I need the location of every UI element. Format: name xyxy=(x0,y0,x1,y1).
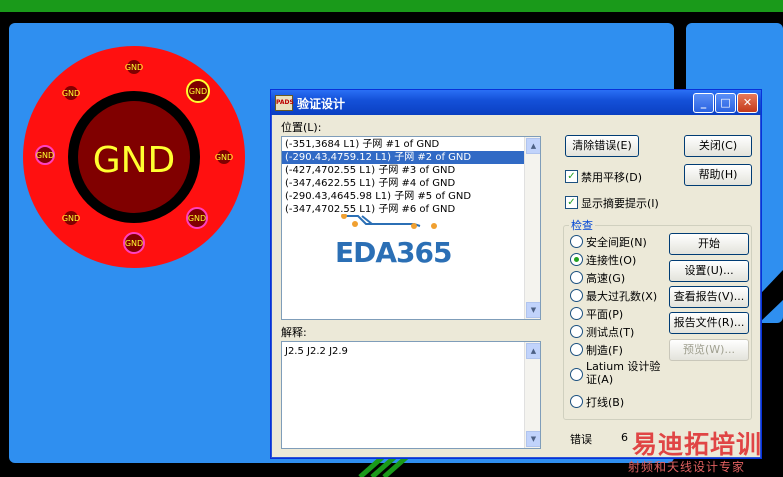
minimize-button[interactable]: _ xyxy=(693,93,714,113)
preview-button[interactable]: 预览(W)... xyxy=(669,339,749,361)
scroll-down-icon[interactable]: ▼ xyxy=(526,431,540,447)
radio-dot-icon xyxy=(574,257,579,262)
radio-plane[interactable] xyxy=(570,307,583,320)
svg-text:GND: GND xyxy=(125,239,143,248)
help-button[interactable]: 帮助(H) xyxy=(684,164,752,186)
svg-text:GND: GND xyxy=(36,151,54,160)
verify-design-dialog: PADS 验证设计 _ □ ✕ 位置(L): (-351,3684 L1) 子网… xyxy=(270,89,762,459)
radio-label: 打线(B) xyxy=(586,396,625,409)
corner-brand-watermark: 易迪拓培训 xyxy=(632,430,763,459)
scroll-up-icon[interactable]: ▲ xyxy=(526,343,540,359)
eda365-watermark: EDA365 xyxy=(335,236,452,269)
radio-latium[interactable] xyxy=(570,368,583,381)
view-report-button[interactable]: 查看报告(V)... xyxy=(669,286,749,308)
radio-clearance[interactable] xyxy=(570,235,583,248)
start-button[interactable]: 开始 xyxy=(669,233,749,255)
clear-errors-button[interactable]: 清除错误(E) xyxy=(565,135,639,157)
errors-label: 错误 xyxy=(570,433,592,446)
radio-test-points[interactable] xyxy=(570,325,583,338)
show-summary-checkbox[interactable]: ✓ xyxy=(565,196,578,209)
radio-label: Latium 设计验证(A) xyxy=(586,360,661,386)
radio-fabrication[interactable] xyxy=(570,343,583,356)
svg-text:GND: GND xyxy=(188,214,206,223)
radio-max-vias[interactable] xyxy=(570,289,583,302)
radio-wire-bond[interactable] xyxy=(570,395,583,408)
explain-textbox[interactable]: J2.5 J2.2 J2.9 ▲ ▼ xyxy=(281,341,541,449)
list-item[interactable]: (-347,4622.55 L1) 子网 #4 of GND xyxy=(282,177,540,190)
check-group-title: 检查 xyxy=(569,217,595,233)
position-label: 位置(L): xyxy=(281,121,322,134)
radio-label: 平面(P) xyxy=(586,308,624,321)
setup-button[interactable]: 设置(U)... xyxy=(669,260,749,282)
radio-label: 连接性(O) xyxy=(586,254,637,267)
dialog-titlebar[interactable]: PADS 验证设计 _ □ ✕ xyxy=(271,90,761,115)
show-summary-label: 显示摘要提示(I) xyxy=(581,197,659,210)
pads-app-icon: PADS xyxy=(275,95,294,111)
report-file-button[interactable]: 报告文件(R)... xyxy=(669,312,749,334)
list-item[interactable]: (-427,4702.55 L1) 子网 #3 of GND xyxy=(282,164,540,177)
explain-scrollbar[interactable]: ▲ ▼ xyxy=(524,342,540,448)
radio-connectivity[interactable] xyxy=(570,253,583,266)
top-trace xyxy=(0,0,783,12)
list-item[interactable]: (-290.43,4645.98 L1) 子网 #5 of GND xyxy=(282,190,540,203)
list-item[interactable]: (-351,3684 L1) 子网 #1 of GND xyxy=(282,138,540,151)
errors-count: 6 xyxy=(621,431,628,444)
pad-center-label: GND xyxy=(93,140,176,181)
svg-text:GND: GND xyxy=(62,89,80,98)
radio-label: 高速(G) xyxy=(586,272,626,285)
list-scrollbar[interactable]: ▲ ▼ xyxy=(524,137,540,319)
radio-label: 最大过孔数(X) xyxy=(586,290,658,303)
scroll-up-icon[interactable]: ▲ xyxy=(526,138,540,154)
maximize-button[interactable]: □ xyxy=(715,93,736,113)
svg-text:GND: GND xyxy=(189,87,207,96)
close-window-button[interactable]: ✕ xyxy=(737,93,758,113)
disable-plane-label: 禁用平移(D) xyxy=(581,171,643,184)
svg-text:GND: GND xyxy=(125,63,143,72)
dialog-title: 验证设计 xyxy=(297,97,346,111)
list-item-selected[interactable]: (-290.43,4759.12 L1) 子网 #2 of GND xyxy=(282,151,540,164)
explain-text: J2.5 J2.2 J2.9 xyxy=(285,346,348,357)
svg-text:GND: GND xyxy=(215,153,233,162)
radio-high-speed[interactable] xyxy=(570,271,583,284)
svg-text:GND: GND xyxy=(62,214,80,223)
radio-label: 安全间距(N) xyxy=(586,236,647,249)
close-button[interactable]: 关闭(C) xyxy=(684,135,752,157)
scroll-down-icon[interactable]: ▼ xyxy=(526,302,540,318)
explain-label: 解释: xyxy=(281,326,307,339)
radio-label: 制造(F) xyxy=(586,344,623,357)
radio-label: 测试点(T) xyxy=(586,326,635,339)
disable-plane-checkbox[interactable]: ✓ xyxy=(565,170,578,183)
corner-sub-watermark: 射频和天线设计专家 xyxy=(628,460,746,474)
